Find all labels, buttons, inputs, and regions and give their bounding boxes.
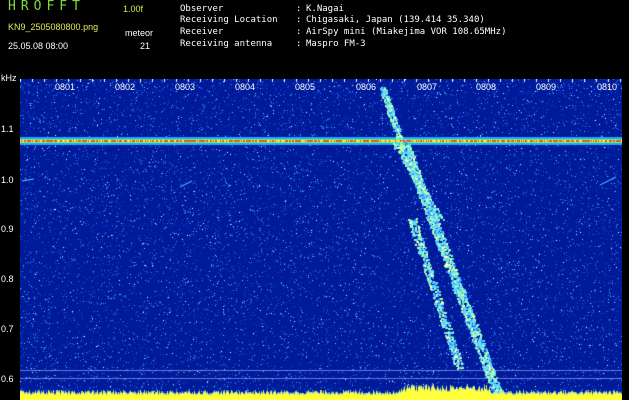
app-title: HROFFT <box>8 0 85 14</box>
object-label: meteor <box>125 28 154 38</box>
location-sep: : <box>296 15 302 25</box>
x-tick-label: 0801 <box>54 82 76 92</box>
x-tick-label: 0810 <box>596 82 618 92</box>
waterfall-canvas <box>20 79 622 400</box>
y-tick-label: 0.9 <box>1 224 14 234</box>
x-tick-label: 0802 <box>114 82 136 92</box>
location-value: Chigasaki, Japan (139.414 35.340) <box>306 15 485 25</box>
x-tick-label: 0805 <box>294 82 316 92</box>
receiver-value: AirSpy mini (Miakejima VOR 108.65MHz) <box>306 27 507 37</box>
y-tick-label: 0.8 <box>1 274 14 284</box>
x-tick-label: 0806 <box>355 82 377 92</box>
hrofft-window: HROFFT 1.00f KN9_2505080800.png meteor 2… <box>0 0 629 400</box>
date-time: 25.05.08 08:00 <box>8 41 69 51</box>
file-name: KN9_2505080800.png <box>8 22 99 32</box>
x-tick-label: 0804 <box>234 82 256 92</box>
x-tick-label: 0803 <box>174 82 196 92</box>
location-key: Receiving Location <box>180 15 278 25</box>
observer-key: Observer <box>180 4 224 14</box>
antenna-sep: : <box>296 39 302 49</box>
y-axis-unit: kHz <box>1 73 17 83</box>
app-version: 1.00f <box>123 4 144 14</box>
antenna-value: Maspro FM-3 <box>306 39 366 49</box>
y-tick-label: 0.6 <box>1 374 14 384</box>
y-tick-label: 0.7 <box>1 324 14 334</box>
x-tick-label: 0807 <box>416 82 438 92</box>
observer-sep: : <box>296 4 302 14</box>
receiver-sep: : <box>296 27 302 37</box>
y-tick-label: 1.0 <box>1 175 14 185</box>
x-axis-ticks: 0801 0802 0803 0804 0805 0806 0807 0808 0809 0810 <box>20 79 622 95</box>
x-tick-label: 0809 <box>535 82 557 92</box>
observer-value: K.Nagai <box>306 4 344 14</box>
antenna-key: Receiving antenna <box>180 39 273 49</box>
x-tick-label: 0808 <box>475 82 497 92</box>
spectrogram-plot <box>20 79 622 400</box>
receiver-key: Receiver <box>180 27 224 37</box>
object-count: 21 <box>140 41 151 51</box>
y-tick-label: 1.1 <box>1 124 14 134</box>
